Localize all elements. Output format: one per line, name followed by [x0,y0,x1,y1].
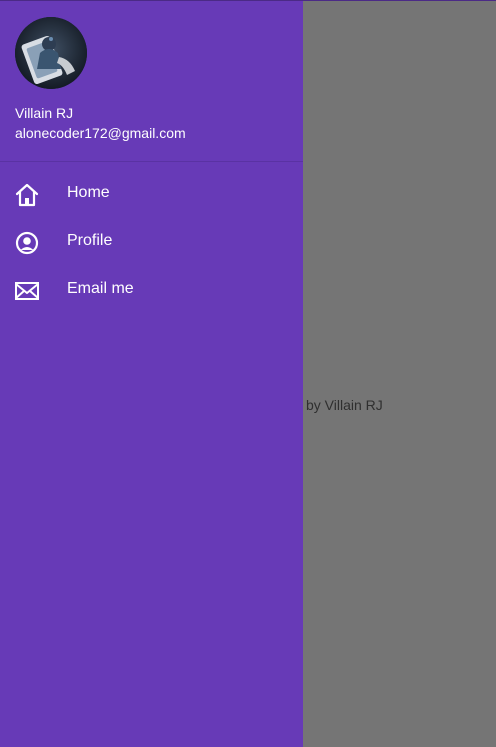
nav-label-email: Email me [67,280,134,297]
navigation-drawer: Villain RJ alonecoder172@gmail.com Home [0,0,303,747]
user-email: alonecoder172@gmail.com [15,125,186,141]
nav-label-profile: Profile [67,232,113,249]
drawer-header: Villain RJ alonecoder172@gmail.com [0,0,303,162]
nav-item-email[interactable]: Email me [0,266,303,314]
mail-icon [14,278,40,304]
user-name: Villain RJ [15,105,74,121]
app-screen: by Villain RJ Villain RJ alonecoder172@g… [0,0,496,747]
credit-text: by Villain RJ [306,397,383,413]
account-circle-icon [14,230,40,256]
nav-label-home: Home [67,184,110,201]
avatar[interactable] [15,17,87,89]
nav-item-home[interactable]: Home [0,170,303,218]
status-line [0,0,496,1]
home-icon [14,182,40,208]
nav-item-profile[interactable]: Profile [0,218,303,266]
profile-photo-icon [15,17,87,89]
